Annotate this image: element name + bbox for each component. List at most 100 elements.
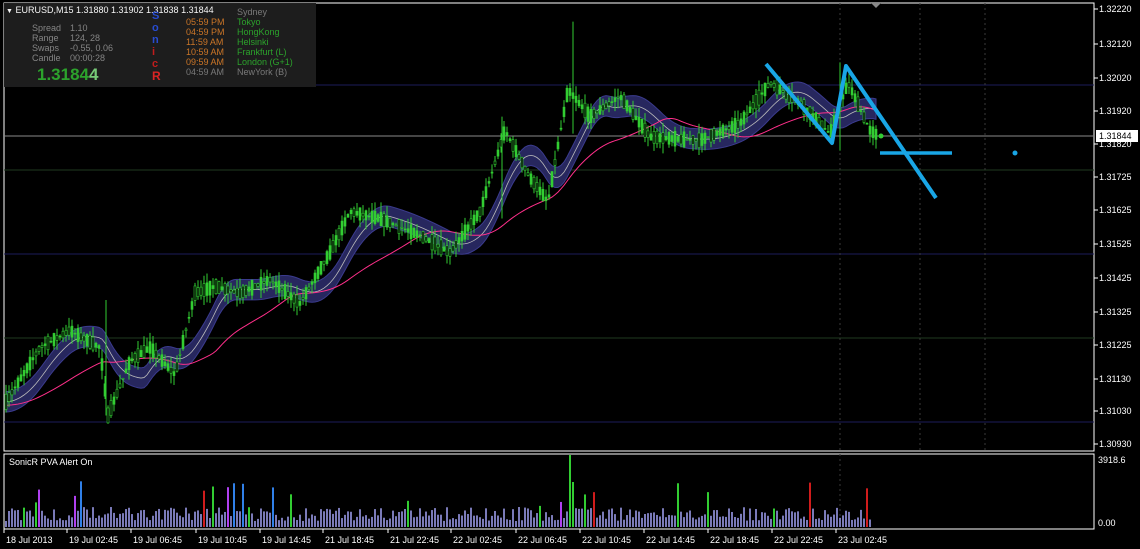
volume-bar (344, 514, 346, 527)
candle-body (535, 182, 539, 192)
price-tick-label: 1.30930 (1099, 439, 1132, 449)
volume-bar (98, 515, 100, 527)
target-dot (1012, 150, 1018, 156)
session-name: Frankfurt (L) (237, 47, 287, 57)
volume-bar (818, 518, 820, 527)
candle-body (172, 371, 176, 376)
candle-body (388, 217, 392, 228)
volume-bar (311, 514, 313, 527)
candle-body (100, 358, 104, 371)
time-label: 23 Jul 02:45 (838, 535, 887, 545)
candle-body (16, 377, 20, 388)
volume-bar (146, 517, 148, 527)
volume-bar (680, 511, 682, 527)
session-name: HongKong (237, 27, 280, 37)
candle-body (469, 218, 473, 230)
candle-body (640, 118, 644, 134)
volume-bar (80, 481, 82, 527)
volume-bar (620, 507, 622, 527)
volume-bar (656, 514, 658, 527)
volume-bar (725, 516, 727, 527)
candle-body (301, 297, 305, 300)
volume-bar (449, 519, 451, 527)
volume-bar (416, 516, 418, 527)
volume-bar (137, 513, 139, 527)
volume-bar (254, 520, 256, 527)
volume-bar (497, 515, 499, 527)
volume-bar (89, 517, 91, 527)
candle-body (316, 266, 320, 279)
volume-bar (350, 511, 352, 527)
candle-body (760, 92, 764, 95)
candle-body (865, 122, 869, 125)
volume-bar (29, 510, 31, 527)
volume-bar (785, 509, 787, 527)
volume-bar (638, 511, 640, 527)
volume-bar (413, 517, 415, 527)
candle-body (733, 118, 737, 134)
candle-body (76, 328, 80, 343)
info-panel: ▼ EURUSD,M15 1.31880 1.31902 1.31838 1.3… (4, 3, 316, 87)
candle-body (496, 149, 500, 157)
volume-bar (32, 516, 34, 527)
candle-body (448, 248, 452, 257)
price-tick-label: 1.32020 (1099, 73, 1132, 83)
candle-body (142, 345, 146, 358)
volume-bar (134, 520, 136, 527)
candle-body (487, 181, 491, 184)
candle-body (268, 277, 272, 283)
volume-bar (332, 513, 334, 527)
candle-body (286, 291, 290, 297)
volume-bar (839, 517, 841, 527)
candle-body (64, 329, 68, 336)
volume-bar (518, 507, 520, 527)
volume-bar (836, 507, 838, 527)
candle-body (55, 335, 59, 341)
candle-body (331, 240, 335, 253)
volume-bar (464, 510, 466, 527)
volume-bar (560, 501, 562, 527)
candle-body (700, 133, 704, 146)
candle-body (748, 106, 752, 114)
volume-bar (128, 507, 130, 527)
volume-bar (821, 519, 823, 527)
time-label: 22 Jul 14:45 (646, 535, 695, 545)
volume-bar (716, 510, 718, 527)
session-time: 05:59 PM (186, 17, 225, 27)
volume-bar (767, 515, 769, 527)
sonicr-letter: c (152, 58, 159, 70)
chart-window[interactable]: 1.32220 1.32120 1.32020 1.31920 1.31820 1.317… (0, 0, 1140, 549)
candle-body (136, 348, 140, 363)
volume-bar (455, 519, 457, 527)
candle-body (412, 228, 416, 238)
volume-bar (263, 511, 265, 527)
volume-bar (668, 515, 670, 527)
candle-body (229, 289, 233, 293)
candle-body (256, 283, 260, 287)
volume-bar (131, 514, 133, 527)
candle-body (82, 335, 86, 342)
candle-body (19, 374, 23, 382)
volume-bar (593, 492, 595, 527)
volume-bar (359, 509, 361, 527)
volume-bar (749, 508, 751, 527)
candle-body (715, 130, 719, 136)
candle-body (445, 245, 449, 257)
candle-body (214, 279, 218, 295)
candle-body (88, 335, 92, 349)
candle-body (493, 160, 497, 165)
volume-bar (233, 483, 235, 527)
volume-bar (317, 520, 319, 527)
volume-bar (41, 510, 43, 527)
volume-bar (782, 515, 784, 527)
volume-bar (764, 512, 766, 527)
candle-body (277, 280, 281, 293)
session-time: 04:59 PM (186, 27, 225, 37)
candle-body (778, 84, 782, 95)
candle-body (862, 111, 866, 123)
price-tick-label: 1.31325 (1099, 307, 1132, 317)
volume-bar (443, 520, 445, 527)
candle-body (565, 87, 569, 103)
volume-bar (242, 483, 244, 527)
candle-body (658, 133, 662, 143)
